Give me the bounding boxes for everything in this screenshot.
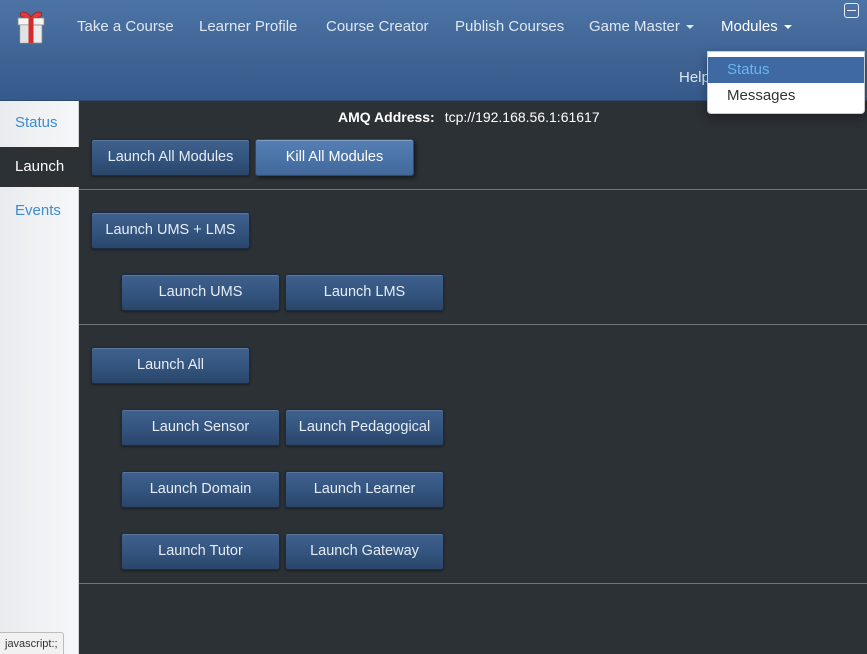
launch-panel: AMQ Address: tcp://192.168.56.1:61617 Lau… [79,101,867,654]
caret-down-icon [685,25,694,30]
launch-ums-button[interactable]: Launch UMS [121,274,280,311]
nav-course-creator[interactable]: Course Creator [326,18,429,35]
nav-modules[interactable]: Modules [721,18,792,35]
launch-all-button[interactable]: Launch All [91,347,250,384]
sidebar-item-status[interactable]: Status [0,103,79,143]
launch-domain-button[interactable]: Launch Domain [121,471,280,508]
launch-tutor-button[interactable]: Launch Tutor [121,533,280,570]
divider [79,189,867,190]
kill-all-modules-button[interactable]: Kill All Modules [255,139,414,176]
nav-take-a-course[interactable]: Take a Course [77,18,174,35]
launch-sensor-button[interactable]: Launch Sensor [121,409,280,446]
amq-address-value: tcp://192.168.56.1:61617 [444,109,600,125]
browser-status-tooltip: javascript:; [0,632,64,654]
divider [79,583,867,584]
launch-learner-button[interactable]: Launch Learner [285,471,444,508]
dropdown-item-status[interactable]: Status [708,57,864,83]
nav-publish-courses[interactable]: Publish Courses [455,18,564,35]
launch-lms-button[interactable]: Launch LMS [285,274,444,311]
nav-game-master[interactable]: Game Master [589,18,694,35]
launch-all-modules-button[interactable]: Launch All Modules [91,139,250,176]
divider [79,324,867,325]
amq-address: AMQ Address: tcp://192.168.56.1:61617 [338,109,600,125]
collapse-icon[interactable] [844,3,859,18]
nav-help[interactable]: Help [679,69,710,86]
launch-pedagogical-button[interactable]: Launch Pedagogical [285,409,444,446]
sidebar-item-launch[interactable]: Launch [0,147,79,187]
left-sidebar: Status Launch Events [0,101,79,654]
launch-ums-lms-button[interactable]: Launch UMS + LMS [91,212,250,249]
gift-box-icon[interactable] [12,8,50,46]
amq-address-label: AMQ Address: [338,109,435,125]
nav-learner-profile[interactable]: Learner Profile [199,18,297,35]
caret-down-icon [783,25,792,30]
sidebar-item-events[interactable]: Events [0,191,79,231]
launch-gateway-button[interactable]: Launch Gateway [285,533,444,570]
